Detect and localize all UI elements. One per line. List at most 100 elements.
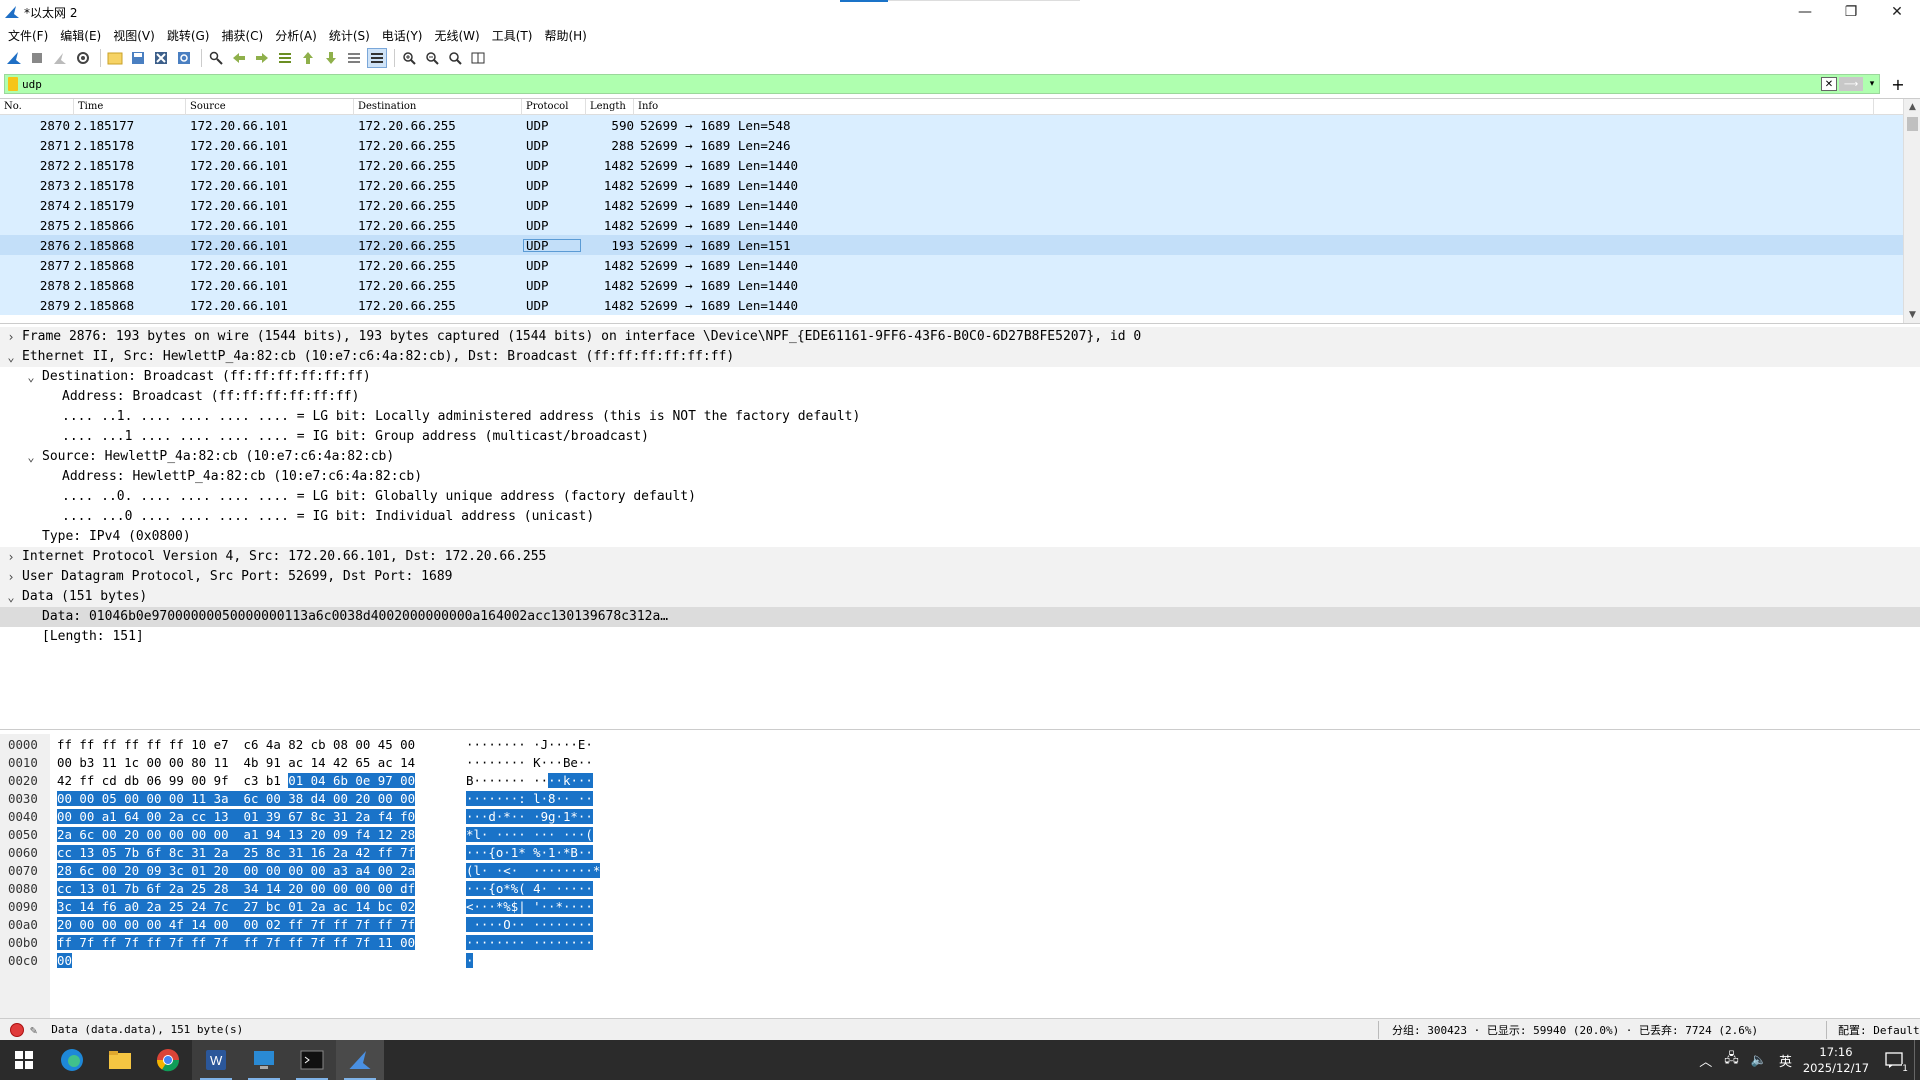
detail-tree-item[interactable]: › User Datagram Protocol, Src Port: 52699… [0, 567, 1920, 587]
apply-filter-icon[interactable]: ⟶ [1839, 77, 1863, 91]
collapse-chevron-icon[interactable]: › [4, 567, 18, 587]
detail-tree-item[interactable]: ⌄ Data (151 bytes) [0, 587, 1920, 607]
zoom-in-button[interactable] [399, 48, 419, 68]
hex-bytes[interactable]: ff 7f ff 7f ff 7f ff 7f ff 7f ff 7f ff 7… [57, 934, 416, 952]
display-filter-input[interactable] [22, 75, 1821, 93]
hex-ascii[interactable]: B······· ····k··· [466, 772, 593, 790]
taskbar-file-explorer[interactable] [96, 1040, 144, 1080]
detail-tree-item[interactable]: › Frame 2876: 193 bytes on wire (1544 bit… [0, 327, 1920, 347]
colorize-button[interactable] [367, 48, 387, 68]
clear-filter-icon[interactable]: ✕ [1821, 77, 1837, 91]
start-capture-button[interactable] [4, 48, 24, 68]
expand-chevron-icon[interactable]: ⌄ [4, 347, 18, 367]
close-button[interactable]: ✕ [1874, 0, 1920, 24]
taskbar-edge[interactable] [48, 1040, 96, 1080]
detail-tree-item[interactable]: ⌄ Source: HewlettP_4a:82:cb (10:e7:c6:4a:… [0, 447, 1920, 467]
menu-edit[interactable]: 编辑(E) [58, 27, 109, 44]
hex-bytes[interactable]: 20 00 00 00 00 4f 14 00 00 02 ff 7f ff 7… [57, 916, 416, 934]
packet-row[interactable]: 2878 2.185868 172.20.66.101 172.20.66.255 UD… [0, 275, 1920, 295]
hex-bytes[interactable]: 3c 14 f6 a0 2a 25 24 7c 27 bc 01 2a ac 1… [57, 898, 416, 916]
menu-view[interactable]: 视图(V) [111, 27, 163, 44]
packet-row[interactable]: 2875 2.185866 172.20.66.101 172.20.66.255 UD… [0, 215, 1920, 235]
packet-row[interactable]: 2877 2.185868 172.20.66.101 172.20.66.255 UD… [0, 255, 1920, 275]
go-back-button[interactable] [229, 48, 249, 68]
hex-ascii[interactable]: <···*%$| '··*···· [466, 898, 593, 916]
normal-size-button[interactable] [445, 48, 465, 68]
status-profile[interactable]: 配置: Default [1838, 1022, 1920, 1038]
tray-overflow-icon[interactable]: ︿ [1699, 1051, 1712, 1070]
col-header-info[interactable]: Info [634, 99, 1874, 115]
hex-bytes[interactable]: 2a 6c 00 20 00 00 00 00 a1 94 13 20 09 f… [57, 826, 416, 844]
packet-row[interactable]: 2874 2.185179 172.20.66.101 172.20.66.255 UD… [0, 195, 1920, 215]
scroll-up-icon[interactable]: ▲ [1904, 99, 1920, 115]
col-header-length[interactable]: Length [586, 99, 634, 115]
col-header-destination[interactable]: Destination [354, 99, 522, 115]
zoom-out-button[interactable] [422, 48, 442, 68]
maximize-button[interactable]: ❐ [1828, 0, 1874, 24]
col-header-protocol[interactable]: Protocol [522, 99, 586, 115]
hex-bytes[interactable]: cc 13 01 7b 6f 2a 25 28 34 14 20 00 00 0… [57, 880, 416, 898]
detail-tree-item[interactable]: Data: 01046b0e97000000050000000113a6c003… [0, 607, 1920, 627]
detail-tree-item[interactable]: .... ..1. .... .... .... .... = LG bit: … [0, 407, 1920, 427]
packet-row[interactable]: 2871 2.185178 172.20.66.101 172.20.66.255 UD… [0, 135, 1920, 155]
taskbar-word[interactable]: W [192, 1040, 240, 1080]
detail-tree-item[interactable]: Type: IPv4 (0x0800) [0, 527, 1920, 547]
detail-tree-item[interactable]: .... ...0 .... .... .... .... = IG bit: … [0, 507, 1920, 527]
close-file-button[interactable] [151, 48, 171, 68]
hex-bytes[interactable]: ff ff ff ff ff ff 10 e7 c6 4a 82 cb 08 0… [57, 736, 415, 754]
col-header-no[interactable]: No. [0, 99, 74, 115]
scroll-down-icon[interactable]: ▼ [1904, 307, 1920, 323]
menu-statistics[interactable]: 统计(S) [327, 27, 378, 44]
filter-history-dropdown-icon[interactable]: ▾ [1865, 79, 1879, 89]
menu-file[interactable]: 文件(F) [6, 27, 56, 44]
hex-ascii[interactable]: ·······: l·8·· ·· [466, 790, 593, 808]
packet-row[interactable]: 2872 2.185178 172.20.66.101 172.20.66.255 UD… [0, 155, 1920, 175]
packet-row[interactable]: 2879 2.185868 172.20.66.101 172.20.66.255 UD… [0, 295, 1920, 315]
hex-bytes[interactable]: 00 [57, 952, 72, 970]
detail-tree-item[interactable]: ⌄ Destination: Broadcast (ff:ff:ff:ff:ff:… [0, 367, 1920, 387]
hex-bytes[interactable]: 00 00 05 00 00 00 11 3a 6c 00 38 d4 00 2… [57, 790, 416, 808]
collapse-chevron-icon[interactable]: › [4, 547, 18, 567]
col-header-time[interactable]: Time [74, 99, 186, 115]
taskbar-chrome[interactable] [144, 1040, 192, 1080]
collapse-chevron-icon[interactable]: › [4, 327, 18, 347]
menu-help[interactable]: 帮助(H) [542, 27, 594, 44]
hex-ascii[interactable]: · [466, 952, 474, 970]
go-forward-button[interactable] [252, 48, 272, 68]
taskbar-wireshark[interactable] [336, 1040, 384, 1080]
clock[interactable]: 17:16 2025/12/17 [1798, 1044, 1874, 1076]
ime-indicator[interactable]: 英 [1779, 1051, 1792, 1070]
show-desktop-button[interactable] [1914, 1040, 1920, 1080]
detail-tree-item[interactable]: Address: HewlettP_4a:82:cb (10:e7:c6:4a:… [0, 467, 1920, 487]
hex-bytes[interactable]: 42 ff cd db 06 99 00 9f c3 b1 01 04 6b 0… [57, 772, 416, 790]
hex-ascii[interactable]: ········ K···Be·· [466, 754, 593, 772]
hex-ascii[interactable]: *l· ···· ··· ···( [466, 826, 593, 844]
detail-tree-item[interactable]: .... ..0. .... .... .... .... = LG bit: … [0, 487, 1920, 507]
filter-bookmark-icon[interactable] [8, 77, 18, 91]
add-filter-button[interactable]: + [1888, 74, 1908, 94]
menu-wireless[interactable]: 无线(W) [433, 27, 488, 44]
hex-ascii[interactable]: ···{o·1* %·1·*B·· [466, 844, 593, 862]
taskbar-terminal[interactable] [288, 1040, 336, 1080]
hex-ascii[interactable]: ····O·· ········ [466, 916, 593, 934]
detail-tree-item[interactable]: ⌄ Ethernet II, Src: HewlettP_4a:82:cb (10… [0, 347, 1920, 367]
hex-bytes[interactable]: cc 13 05 7b 6f 8c 31 2a 25 8c 31 16 2a 4… [57, 844, 416, 862]
open-file-button[interactable] [105, 48, 125, 68]
scroll-thumb[interactable] [1907, 117, 1918, 131]
hex-ascii[interactable]: (l· ·<· ········* [466, 862, 601, 880]
packet-list-scrollbar[interactable]: ▲ ▼ [1903, 99, 1920, 323]
start-button[interactable] [0, 1040, 48, 1080]
expand-chevron-icon[interactable]: ⌄ [24, 447, 38, 467]
detail-tree-item[interactable]: Address: Broadcast (ff:ff:ff:ff:ff:ff) [0, 387, 1920, 407]
taskbar-remote-desktop[interactable] [240, 1040, 288, 1080]
col-header-source[interactable]: Source [186, 99, 354, 115]
menu-go[interactable]: 跳转(G) [165, 27, 218, 44]
packet-row[interactable]: 2873 2.185178 172.20.66.101 172.20.66.255 UD… [0, 175, 1920, 195]
hex-bytes[interactable]: 00 00 a1 64 00 2a cc 13 01 39 67 8c 31 2… [57, 808, 416, 826]
network-icon[interactable]: 🖧 [1724, 1049, 1739, 1071]
hex-ascii[interactable]: ···d·*·· ·9g·1*·· [466, 808, 593, 826]
minimize-button[interactable]: — [1782, 0, 1828, 24]
restart-capture-button[interactable] [50, 48, 70, 68]
hex-ascii[interactable]: ···{o*%( 4· ····· [466, 880, 593, 898]
expand-chevron-icon[interactable]: ⌄ [4, 587, 18, 607]
